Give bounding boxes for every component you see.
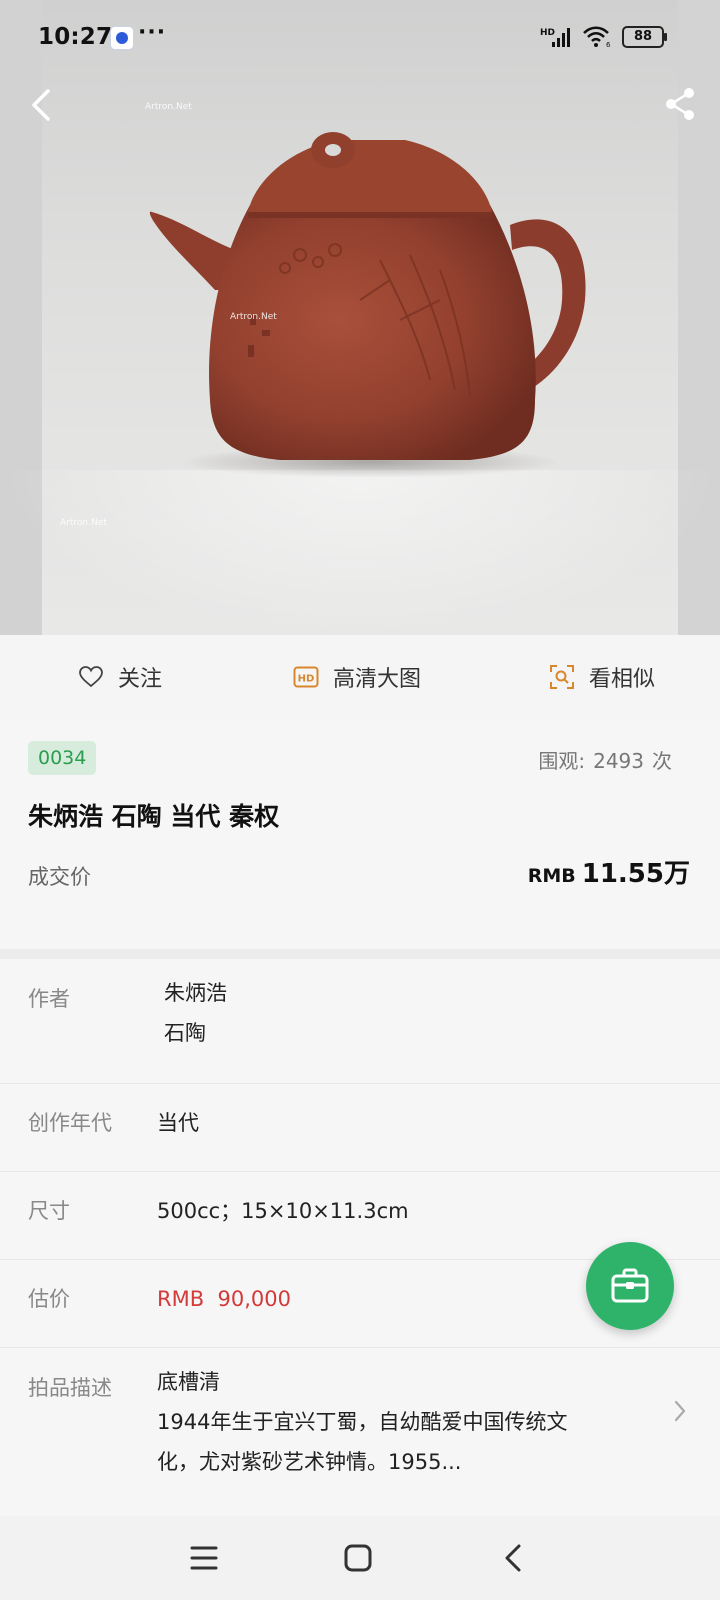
status-time: 10:27 — [38, 24, 113, 50]
home-button[interactable] — [338, 1538, 378, 1578]
menu-icon — [190, 1546, 218, 1570]
lot-title: 朱炳浩 石陶 当代 秦权 — [28, 802, 280, 831]
description-text: 底槽清 1944年生于宜兴丁蜀，自幼酷爱中国传统文 化，尤对紫砂艺术钟情。195… — [157, 1362, 627, 1482]
chevron-left-icon — [32, 89, 50, 121]
lot-number-badge: 0034 — [28, 741, 97, 775]
era-label: 创作年代 — [28, 1111, 112, 1135]
estimate-value: RMB 90,000 — [157, 1287, 291, 1311]
section-divider — [0, 949, 720, 959]
hd-icon: HD — [293, 666, 319, 688]
briefcase-icon — [611, 1268, 649, 1303]
chevron-right-icon[interactable] — [670, 1396, 690, 1426]
share-icon — [666, 88, 694, 120]
hammer-price-label: 成交价 — [28, 865, 91, 889]
status-more: ··· — [138, 20, 167, 45]
hd-image-button[interactable]: HD 高清大图 — [293, 635, 421, 719]
price-currency: RMB — [527, 865, 576, 887]
action-bar: 关注 HD 高清大图 看相似 — [0, 635, 720, 720]
description-line: 化，尤对紫砂艺术钟情。1955... — [157, 1450, 462, 1474]
views-count: 2493 — [593, 749, 644, 773]
estimate-label: 估价 — [28, 1287, 70, 1311]
lot-info-card: 0034 围观: 2493 次 朱炳浩 石陶 当代 秦权 成交价 RMB 11.55万 — [0, 719, 720, 949]
size-value: 500cc；15×10×11.3cm — [157, 1199, 409, 1223]
hd-image-label: 高清大图 — [333, 667, 422, 692]
app-notification-icon — [110, 26, 134, 50]
follow-button[interactable]: 关注 — [78, 635, 162, 719]
wifi-sub-text: 6 — [606, 41, 611, 48]
author-label: 作者 — [28, 987, 70, 1011]
similar-label: 看相似 — [589, 667, 656, 692]
battery-icon: 88 — [622, 26, 667, 48]
status-indicators: HD 6 88 — [540, 24, 667, 50]
home-square-icon — [344, 1544, 372, 1572]
svg-text:HD: HD — [298, 674, 315, 685]
teapot-illustration — [149, 132, 586, 478]
author-name: 石陶 — [164, 1021, 206, 1045]
hd-text: HD — [540, 28, 555, 38]
heart-icon — [79, 666, 103, 688]
follow-label: 关注 — [118, 667, 163, 692]
similar-button[interactable]: 看相似 — [549, 635, 655, 719]
size-label: 尺寸 — [28, 1199, 70, 1223]
lot-image[interactable]: Artron.Net Artron.Net Artron.Net 10:27 ·… — [0, 0, 720, 635]
scan-search-icon — [550, 665, 574, 689]
description-line: 底槽清 — [157, 1370, 220, 1394]
detail-row-description[interactable]: 拍品描述 底槽清 1944年生于宜兴丁蜀，自幼酷爱中国传统文 化，尤对紫砂艺术钟… — [0, 1348, 720, 1534]
watermark-text: Artron.Net — [230, 312, 277, 322]
recent-apps-button[interactable] — [184, 1538, 224, 1578]
back-arrow-icon — [505, 1544, 521, 1572]
description-line: 1944年生于宜兴丁蜀，自幼酷爱中国传统文 — [157, 1410, 568, 1434]
detail-row-era: 创作年代 当代 — [0, 1084, 720, 1172]
system-back-button[interactable] — [494, 1538, 534, 1578]
signal-icon: HD — [540, 26, 572, 48]
hammer-price: RMB 11.55万 — [528, 853, 690, 890]
system-nav-bar — [0, 1516, 720, 1600]
era-value: 当代 — [157, 1111, 199, 1135]
watermark-text: Artron.Net — [145, 102, 192, 112]
wifi-icon: 6 — [582, 26, 612, 48]
author-name: 朱炳浩 — [164, 981, 227, 1005]
views-unit: 次 — [652, 749, 672, 773]
status-bar: 10:27 ··· HD 6 88 — [0, 0, 720, 78]
price-amount: 11.55万 — [581, 859, 690, 889]
watermark-text: Artron.Net — [60, 518, 107, 528]
views-counter: 围观: 2493 次 — [538, 745, 672, 774]
back-button[interactable] — [22, 85, 62, 125]
share-button[interactable] — [660, 84, 700, 124]
detail-row-author: 作者 朱炳浩 石陶 — [0, 959, 720, 1084]
views-label: 围观: — [538, 749, 586, 773]
description-label: 拍品描述 — [28, 1376, 112, 1400]
author-value: 朱炳浩 石陶 — [164, 973, 227, 1053]
briefcase-fab-button[interactable] — [586, 1242, 674, 1330]
